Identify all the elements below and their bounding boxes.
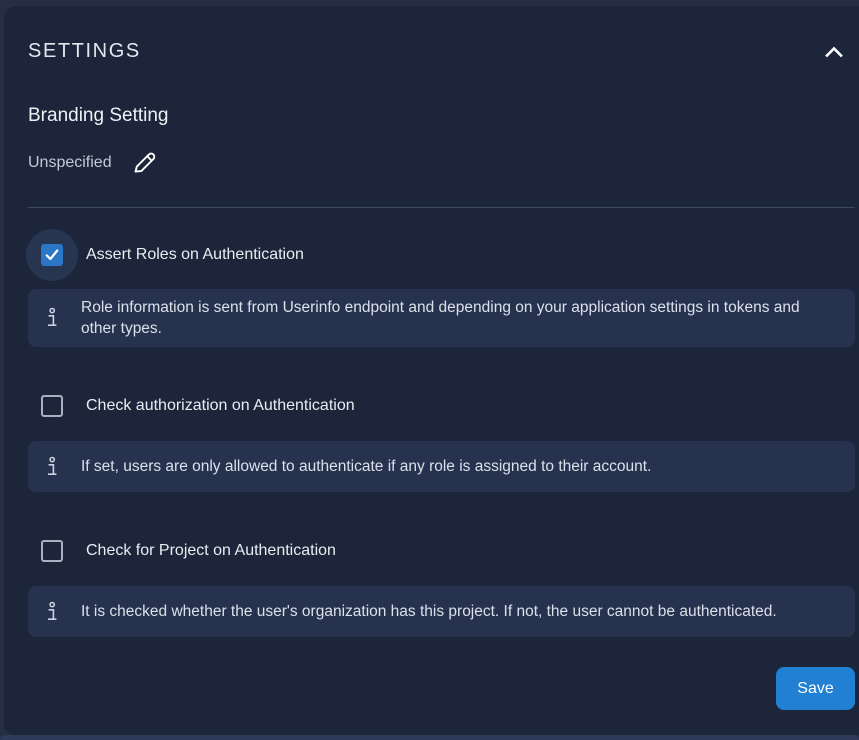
- info-icon: [46, 601, 58, 623]
- checkbox[interactable]: [41, 395, 63, 417]
- info-text: If set, users are only allowed to authen…: [81, 456, 651, 477]
- branding-value: Unspecified: [28, 154, 112, 172]
- save-button[interactable]: Save: [776, 667, 855, 710]
- edit-branding-button[interactable]: [130, 149, 158, 177]
- collapse-panel-button[interactable]: [825, 46, 843, 58]
- info-box: If set, users are only allowed to authen…: [28, 441, 855, 492]
- panel-title: SETTINGS: [28, 40, 141, 63]
- options-list: Assert Roles on Authentication Role info…: [28, 208, 855, 637]
- option-label[interactable]: Assert Roles on Authentication: [86, 246, 304, 264]
- settings-panel: SETTINGS Branding Setting Unspecified: [4, 6, 859, 735]
- info-text: Role information is sent from Userinfo e…: [81, 297, 839, 339]
- option-row: Check authorization on Authentication: [28, 380, 855, 432]
- branding-setting-label: Branding Setting: [28, 105, 855, 127]
- checkbox-halo: [26, 525, 78, 577]
- info-icon: [46, 307, 58, 329]
- chevron-up-icon: [825, 46, 843, 61]
- save-row: Save: [28, 667, 855, 710]
- option-label[interactable]: Check authorization on Authentication: [86, 397, 355, 415]
- checkbox[interactable]: [41, 540, 63, 562]
- info-box: It is checked whether the user's organiz…: [28, 586, 855, 637]
- checkbox[interactable]: [41, 244, 63, 266]
- panel-header: SETTINGS: [28, 40, 855, 63]
- option-row: Check for Project on Authentication: [28, 525, 855, 577]
- info-box: Role information is sent from Userinfo e…: [28, 289, 855, 347]
- branding-value-row: Unspecified: [28, 149, 855, 177]
- background-card-edge: [0, 735, 859, 740]
- info-icon: [46, 456, 58, 478]
- info-text: It is checked whether the user's organiz…: [81, 601, 777, 622]
- checkbox-halo: [26, 229, 78, 281]
- option-label[interactable]: Check for Project on Authentication: [86, 542, 336, 560]
- pencil-icon: [130, 165, 158, 180]
- option-row: Assert Roles on Authentication: [28, 229, 855, 281]
- checkbox-halo: [26, 380, 78, 432]
